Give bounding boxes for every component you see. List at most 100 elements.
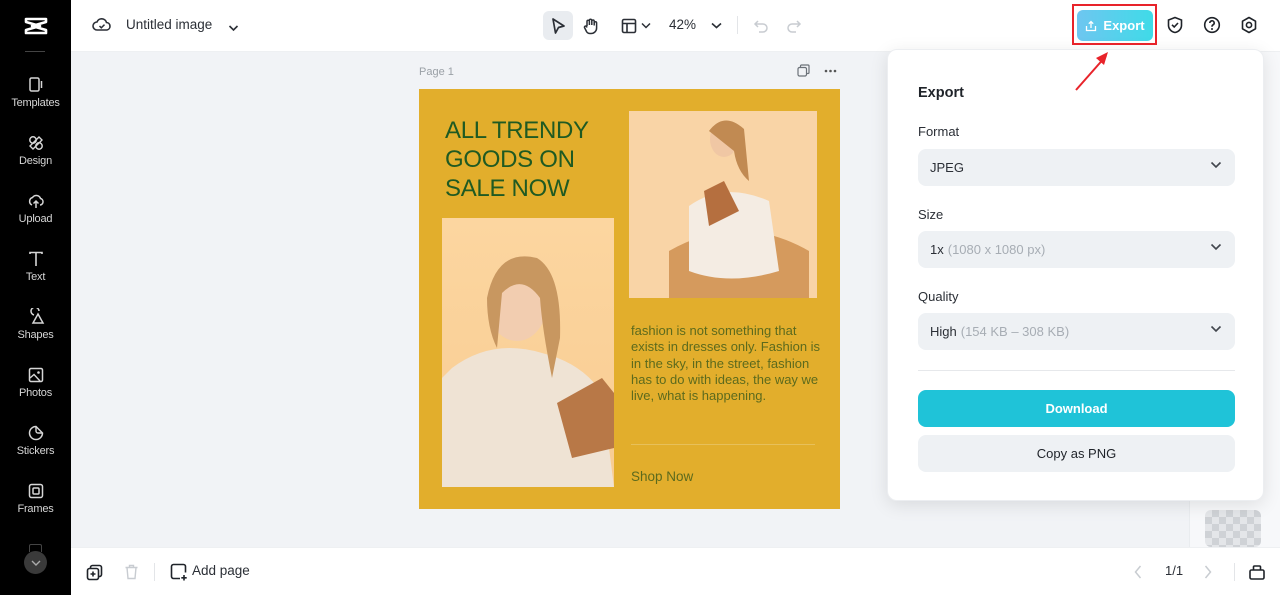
chevron-down-icon: [1210, 243, 1222, 251]
add-layer-icon: [86, 564, 102, 580]
page-stack-icon: [1249, 565, 1265, 580]
chevron-left-icon: [1134, 565, 1142, 579]
sidebar-item-templates[interactable]: Templates: [0, 76, 71, 134]
layout-chevron-icon[interactable]: [638, 11, 654, 40]
page-label: Page 1: [419, 66, 454, 78]
bottom-divider: [1234, 563, 1235, 581]
bottom-divider: [154, 563, 155, 581]
sidebar-item-label: Upload: [18, 213, 53, 225]
frames-icon: [28, 483, 43, 499]
poster-photo-woman-in-chair[interactable]: [629, 111, 817, 298]
sidebar-item-text[interactable]: Text: [0, 250, 71, 308]
help-button[interactable]: [1202, 15, 1222, 35]
headline-line: GOODS ON: [445, 146, 575, 173]
redo-icon: [787, 19, 802, 33]
add-page-button[interactable]: Add page: [192, 563, 250, 578]
format-label: Format: [918, 124, 960, 139]
size-select[interactable]: 1x (1080 x 1080 px): [918, 231, 1235, 268]
previous-page-button[interactable]: [1128, 562, 1148, 582]
settings-button[interactable]: [1239, 15, 1259, 35]
document-title[interactable]: Untitled image: [126, 17, 212, 32]
page-thumbnail[interactable]: [1205, 510, 1261, 547]
shield-check-button[interactable]: [1165, 15, 1185, 35]
export-button-label: Export: [1103, 18, 1145, 33]
share-upload-icon: [1086, 20, 1097, 31]
templates-icon: [28, 77, 42, 92]
capcut-logo[interactable]: [0, 0, 71, 52]
format-select[interactable]: JPEG: [918, 149, 1235, 186]
sidebar-item-label: Frames: [17, 503, 54, 515]
size-label: Size: [918, 207, 944, 222]
delete-page-button[interactable]: [121, 562, 141, 582]
sidebar-item-shapes[interactable]: Shapes: [0, 308, 71, 366]
next-page-button[interactable]: [1198, 562, 1218, 582]
sidebar-item-stickers[interactable]: Stickers: [0, 424, 71, 482]
trash-icon: [125, 564, 137, 580]
text-icon: [28, 251, 43, 266]
undo-icon: [753, 19, 768, 33]
sidebar-item-label: Templates: [11, 97, 60, 109]
gear-icon: [1241, 16, 1257, 34]
sidebar-item-label: Shapes: [17, 329, 54, 341]
size-value: 1x: [930, 242, 944, 257]
duplicate-page-icon[interactable]: [797, 64, 810, 77]
add-page-icon[interactable]: [169, 562, 189, 582]
hand-tool-button[interactable]: [576, 11, 606, 40]
copy-as-png-button[interactable]: Copy as PNG: [918, 435, 1235, 472]
poster-body-text[interactable]: fashion is not something that exists in …: [631, 323, 823, 404]
panel-divider: [918, 370, 1235, 371]
chevron-right-icon: [1204, 565, 1212, 579]
undo-button[interactable]: [746, 11, 776, 40]
toolbar-divider: [737, 16, 738, 34]
sidebar-item-frames[interactable]: Frames: [0, 482, 71, 540]
chevron-down-icon: [1210, 325, 1222, 333]
sidebar-item-design[interactable]: Design: [0, 134, 71, 192]
hand-icon: [583, 18, 598, 34]
page-actions: [797, 64, 837, 77]
sidebar-more-button[interactable]: [24, 551, 47, 574]
shield-check-icon: [1167, 16, 1183, 34]
poster-photo-woman-reading[interactable]: [442, 218, 614, 487]
layout-icon: [621, 18, 637, 33]
duplicate-page-button[interactable]: [84, 562, 104, 582]
design-poster[interactable]: ALL TRENDY GOODS ON SALE NOW fashion is …: [419, 89, 840, 509]
zoom-chevron-icon[interactable]: [706, 11, 726, 40]
quality-value: High: [930, 324, 957, 339]
app-root: Templates Design Upload Text Shapes Phot…: [0, 0, 1280, 595]
cloud-saved-icon[interactable]: [92, 16, 112, 39]
bottom-bar: Add page 1/1: [71, 547, 1280, 595]
chevron-down-icon: [1210, 161, 1222, 169]
top-bar: Untitled image 42% Export: [71, 0, 1280, 52]
quality-label: Quality: [918, 289, 959, 304]
layout-tool-button[interactable]: [618, 11, 640, 40]
pages-panel-toggle[interactable]: [1247, 562, 1267, 582]
chevron-down-icon: [31, 560, 40, 566]
more-options-icon[interactable]: [824, 69, 837, 73]
redo-button[interactable]: [779, 11, 809, 40]
help-icon: [1203, 16, 1221, 34]
poster-cta[interactable]: Shop Now: [631, 469, 693, 484]
poster-headline[interactable]: ALL TRENDY GOODS ON SALE NOW: [445, 116, 589, 203]
sidebar-item-label: Design: [18, 155, 53, 167]
design-icon: [28, 136, 43, 150]
quality-select[interactable]: High (154 KB – 308 KB): [918, 313, 1235, 350]
export-panel: Export Format JPEG Size 1x (1080 x 1080 …: [887, 49, 1264, 501]
sidebar-item-upload[interactable]: Upload: [0, 192, 71, 250]
photos-icon: [28, 367, 43, 383]
sidebar-item-photos[interactable]: Photos: [0, 366, 71, 424]
quality-detail: (154 KB – 308 KB): [960, 324, 1070, 339]
zoom-level[interactable]: 42%: [669, 17, 696, 32]
title-menu-chevron-icon[interactable]: [228, 19, 239, 37]
select-tool-button[interactable]: [543, 11, 573, 40]
export-panel-title: Export: [918, 85, 964, 101]
logo-divider: [25, 51, 45, 52]
page-counter: 1/1: [1165, 563, 1184, 578]
download-button[interactable]: Download: [918, 390, 1235, 427]
cursor-icon: [552, 17, 565, 34]
shapes-icon: [29, 308, 44, 324]
stickers-icon: [28, 425, 43, 441]
poster-divider: [631, 444, 815, 445]
size-detail: (1080 x 1080 px): [947, 242, 1046, 257]
export-button[interactable]: Export: [1077, 10, 1153, 41]
sidebar-item-label: Photos: [18, 387, 53, 399]
